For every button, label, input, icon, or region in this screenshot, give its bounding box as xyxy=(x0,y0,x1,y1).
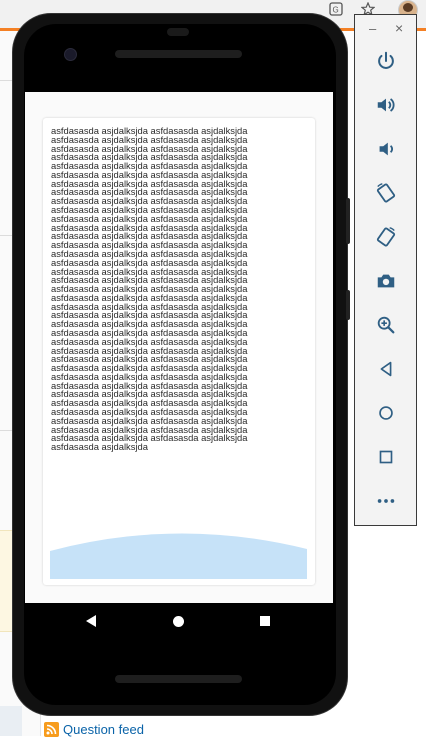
volume-up-icon xyxy=(377,98,395,112)
minimize-button[interactable]: – xyxy=(369,21,376,36)
power-icon xyxy=(378,51,394,69)
zoom-button[interactable] xyxy=(374,313,398,337)
content-text: asfdasasda asjdalksjda asfdasasda asjdal… xyxy=(51,125,248,453)
power-button[interactable] xyxy=(374,49,398,73)
rotate-right-icon xyxy=(376,227,396,247)
wave-shape xyxy=(50,533,307,579)
rotate-left-button[interactable] xyxy=(374,181,398,205)
volume-up-button[interactable] xyxy=(374,93,398,117)
nav-recents-icon[interactable] xyxy=(260,616,270,626)
rotate-right-button[interactable] xyxy=(374,225,398,249)
phone-sensor xyxy=(167,28,189,36)
close-button[interactable]: × xyxy=(395,20,403,36)
home-button[interactable] xyxy=(374,401,398,425)
overview-button[interactable] xyxy=(374,445,398,469)
emulator-toolbar: – × xyxy=(354,14,417,526)
question-feed-label[interactable]: Question feed xyxy=(63,722,144,737)
zoom-icon xyxy=(377,316,395,334)
translate-icon[interactable]: G xyxy=(329,2,343,19)
overview-icon xyxy=(379,450,393,464)
nav-home-icon[interactable] xyxy=(173,616,184,627)
volume-down-icon xyxy=(379,142,393,156)
svg-text:G: G xyxy=(333,6,339,15)
volume-rocker xyxy=(346,198,350,244)
screenshot-button[interactable] xyxy=(374,269,398,293)
earpiece-speaker xyxy=(115,50,242,58)
camera-icon xyxy=(377,274,395,288)
nav-back-icon[interactable] xyxy=(86,615,96,627)
page-bottom-strip xyxy=(0,706,22,736)
more-button[interactable] xyxy=(374,489,398,513)
front-camera xyxy=(64,48,77,61)
power-side-button xyxy=(346,290,350,320)
back-icon xyxy=(380,361,392,377)
home-icon xyxy=(379,406,393,420)
question-feed-link[interactable]: Question feed xyxy=(44,721,144,737)
volume-down-button[interactable] xyxy=(374,137,398,161)
rotate-left-icon xyxy=(376,183,396,203)
more-icon xyxy=(377,499,395,503)
bottom-speaker xyxy=(115,675,242,683)
rss-icon xyxy=(44,721,59,737)
back-button[interactable] xyxy=(374,357,398,381)
